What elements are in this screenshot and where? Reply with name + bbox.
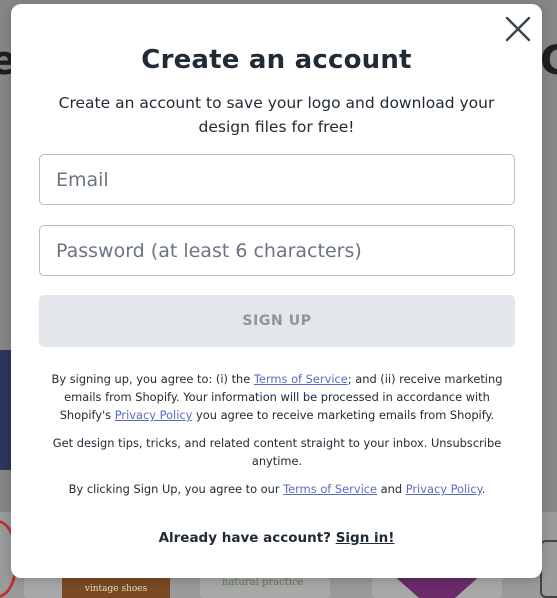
legal-consent-text: By signing up, you agree to: (i) the Ter… xyxy=(39,370,515,424)
privacy-policy-link[interactable]: Privacy Policy xyxy=(406,482,482,496)
sign-in-prompt: Already have account? Sign in! xyxy=(11,530,542,546)
close-button[interactable] xyxy=(503,14,533,44)
background-logo-edge xyxy=(540,540,557,598)
background-heading-fragment-right: C xyxy=(540,38,557,84)
terms-of-service-link[interactable]: Terms of Service xyxy=(283,482,377,496)
background-logo-line: natural practice xyxy=(222,577,304,588)
legal-text-fragment: you agree to receive marketing emails fr… xyxy=(192,408,495,422)
legal-text-fragment: . xyxy=(481,482,486,496)
sign-up-button[interactable]: SIGN UP xyxy=(39,295,515,347)
background-badge-text: vintage shoes xyxy=(84,584,148,594)
sign-in-prompt-text: Already have account? xyxy=(158,530,336,546)
privacy-policy-link[interactable]: Privacy Policy xyxy=(115,408,193,422)
terms-of-service-link[interactable]: Terms of Service xyxy=(254,372,348,386)
sign-in-link[interactable]: Sign in! xyxy=(336,530,395,546)
modal-subtitle: Create an account to save your logo and … xyxy=(58,94,495,136)
close-icon xyxy=(505,16,531,42)
signup-agreement-text: By clicking Sign Up, you agree to our Te… xyxy=(39,480,515,498)
password-field[interactable] xyxy=(39,225,515,276)
legal-text-fragment: By clicking Sign Up, you agree to our xyxy=(68,482,284,496)
modal-title: Create an account xyxy=(141,45,412,75)
legal-text-fragment: By signing up, you agree to: (i) the xyxy=(51,372,254,386)
legal-text-fragment: and xyxy=(377,482,406,496)
create-account-modal: Create an account Create an account to s… xyxy=(11,4,542,578)
newsletter-text: Get design tips, tricks, and related con… xyxy=(52,436,502,468)
email-field[interactable] xyxy=(39,154,515,205)
